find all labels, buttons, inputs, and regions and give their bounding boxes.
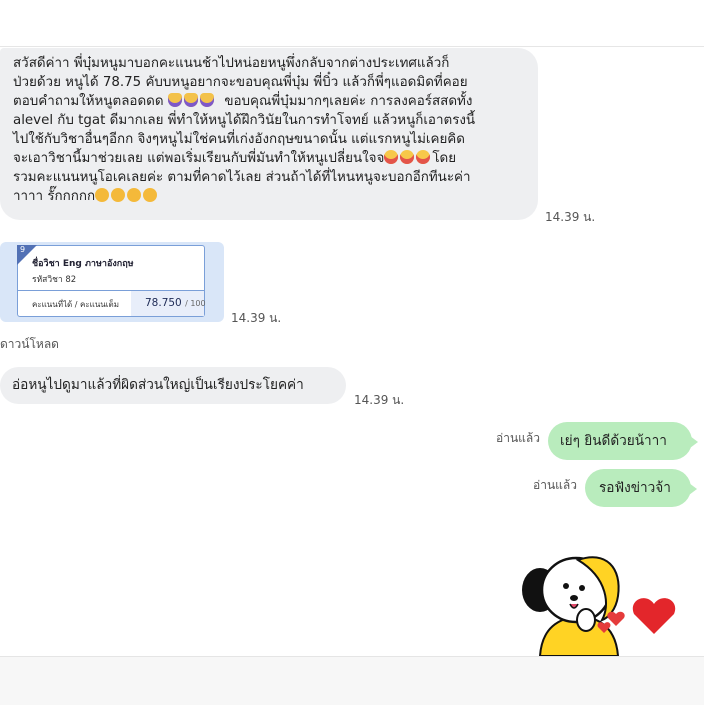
message-input-bar[interactable] <box>0 656 704 705</box>
card-score-label: คะแนนที่ได้ / คะแนนเต็ม <box>32 300 119 309</box>
message-timestamp: 14.39 น. <box>545 210 596 224</box>
card-score-box: 78.750 / 100 <box>131 291 206 316</box>
received-message-bubble[interactable]: สวัสดีค่าา พี่บุ๋มหนูมาบอกคะแนนช้าไปหน่อ… <box>0 48 538 220</box>
sent-message-bubble[interactable]: เย่ๆ ยินดีด้วยน้าาา <box>548 422 698 460</box>
message-timestamp: 14.39 น. <box>354 393 405 407</box>
dog-sticker-icon <box>522 556 676 656</box>
message-line: ตอบคำถามให้หนูตลอดดด ขอบคุณพี่บุ๋มมากๆเล… <box>13 93 473 109</box>
score-card-image[interactable]: 9 ชื่อวิชา Eng ภาษาอังกฤษ รหัสวิชา 82 คะ… <box>17 245 206 317</box>
message-line: alevel กับ tgat ดีมากเลย พี่ทำให้หนูได้ฝ… <box>13 113 476 128</box>
hugging-emoji-icon <box>127 188 142 202</box>
received-message-bubble[interactable]: อ่อหนูไปดูมาแล้วที่ผิดส่วนใหญ่เป็นเรียงป… <box>0 367 346 404</box>
header-divider <box>0 46 704 47</box>
read-receipt: อ่านแล้ว <box>533 478 577 492</box>
message-line: าาาา รั๊กกกกก <box>13 187 520 206</box>
hugging-emoji-icon <box>111 188 126 202</box>
praying-hands-emoji-icon <box>199 93 214 107</box>
read-receipt: อ่านแล้ว <box>496 431 540 445</box>
sticker[interactable] <box>518 548 688 656</box>
message-line: รวมคะแนนหนูโอเคเลยค่ะ ตามที่คาดไว้เลย ส่… <box>13 170 471 185</box>
message-line: สวัสดีค่าา พี่บุ๋มหนูมาบอกคะแนนช้าไปหน่อ… <box>13 56 450 71</box>
card-score-value: 78.750 / 100 <box>145 297 206 309</box>
download-link[interactable]: ดาวน์โหลด <box>0 335 59 354</box>
praying-hands-emoji-icon <box>167 93 182 107</box>
message-timestamp: 14.39 น. <box>231 311 282 325</box>
laughing-emoji-icon <box>384 150 399 164</box>
card-code: รหัสวิชา 82 <box>32 275 77 285</box>
hugging-emoji-icon <box>95 188 110 202</box>
card-subject: ชื่อวิชา Eng ภาษาอังกฤษ <box>32 259 134 269</box>
hugging-emoji-icon <box>143 188 158 202</box>
message-line: จะเอาวิชานี้มาช่วยเลย แต่พอเริ่มเรียนกับ… <box>13 150 457 166</box>
card-badge-number: 9 <box>20 245 26 254</box>
laughing-emoji-icon <box>400 150 415 164</box>
message-line: ไปใช้กับวิชาอื่นๆอีกก จิงๆหนูไม่ใช่คนที่… <box>13 132 465 147</box>
sent-message-bubble[interactable]: รอฟังข่าวจ้า <box>585 469 697 507</box>
laughing-emoji-icon <box>416 150 431 164</box>
card-score-row: คะแนนที่ได้ / คะแนนเต็ม 78.750 / 100 <box>18 290 206 316</box>
message-line: ป่วยด้วย หนูได้ 78.75 คับบหนูอยากจะขอบคุ… <box>13 75 468 90</box>
praying-hands-emoji-icon <box>183 93 198 107</box>
